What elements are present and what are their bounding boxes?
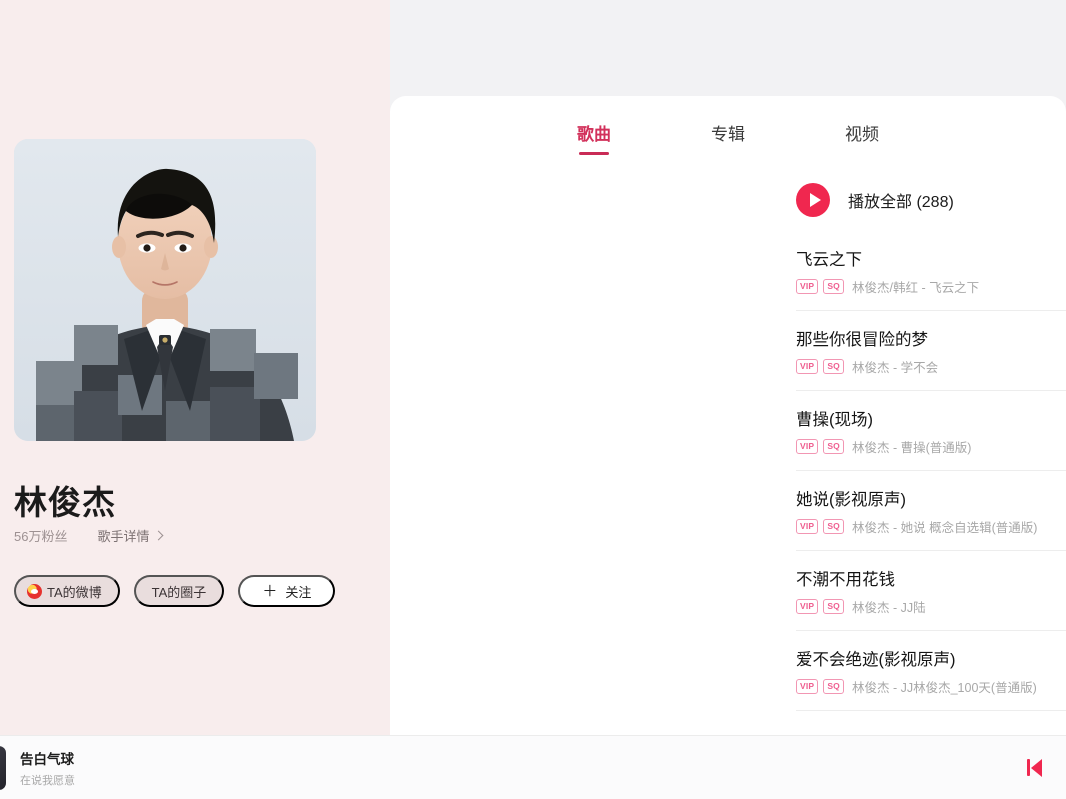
play-all-label: 播放全部 (288) (848, 194, 954, 211)
plus-icon: ＋ (262, 582, 278, 600)
song-row[interactable]: 飞云之下 VIP SQ 林俊杰/韩红 - 飞云之下 (796, 231, 1066, 311)
song-subtitle: VIP SQ 林俊杰 - 学不会 (796, 357, 1066, 376)
song-info: 飞云之下 VIP SQ 林俊杰/韩红 - 飞云之下 (796, 246, 1066, 296)
song-title: 飞云之下 (796, 250, 862, 269)
artist-detail-link[interactable]: 歌手详情 (97, 526, 164, 545)
song-artist-album: 林俊杰 - JJ林俊杰_100天(普通版) (852, 680, 1037, 695)
song-title: 爱不会绝迹(影视原声) (796, 650, 956, 669)
song-column-left: 飞云之下 VIP SQ 林俊杰/韩红 - 飞云之下 那些你很冒险的梦 VIP SQ 林俊杰 -… (796, 231, 1066, 791)
tab-albums[interactable]: 专辑 (711, 120, 745, 155)
play-all-icon[interactable] (796, 183, 830, 217)
tab-songs[interactable]: 歌曲 (577, 120, 611, 155)
vip-badge: VIP (796, 678, 819, 694)
song-row[interactable]: 她说(影视原声) VIP SQ 林俊杰 - 她说 概念自选辑(普通版) (796, 471, 1066, 551)
weibo-button[interactable]: TA的微博 (14, 575, 120, 607)
song-row[interactable]: 不潮不用花钱 VIP SQ 林俊杰 - JJ陆 (796, 551, 1066, 631)
player-album-thumbnail[interactable] (0, 745, 6, 790)
song-title: 不潮不用花钱 (796, 570, 895, 589)
artist-detail-label: 歌手详情 (97, 529, 150, 544)
tab-bar: 歌曲 专辑 视频 (390, 96, 1066, 155)
vip-badge: VIP (796, 358, 819, 374)
song-artist-album: 林俊杰/韩红 - 飞云之下 (852, 280, 980, 295)
song-info: 她说(影视原声) VIP SQ 林俊杰 - 她说 概念自选辑(普通版) (796, 486, 1066, 536)
circle-button[interactable]: TA的圈子 (133, 575, 225, 607)
content-panel: 歌曲 专辑 视频 播放全部 (288) 飞云之下 VIP SQ 林俊杰/韩红 - 飞云… (390, 0, 1066, 799)
vip-badge: VIP (796, 438, 819, 454)
song-row[interactable]: 那些你很冒险的梦 VIP SQ 林俊杰 - 学不会 (796, 311, 1066, 391)
artist-name: 林俊杰 (14, 484, 116, 521)
song-artist-album: 林俊杰 - 学不会 (852, 360, 939, 375)
player-bar: 告白气球 在说我愿意 (0, 735, 1066, 799)
follow-button[interactable]: ＋ 关注 (238, 575, 336, 607)
vip-badge: VIP (796, 518, 819, 534)
vip-badge: VIP (796, 278, 819, 294)
play-all-row[interactable]: 播放全部 (288) (796, 183, 1066, 217)
song-title: 曹操(现场) (796, 410, 873, 429)
content-card: 歌曲 专辑 视频 播放全部 (288) 飞云之下 VIP SQ 林俊杰/韩红 - 飞云… (390, 96, 1066, 799)
song-artist-album: 林俊杰 - JJ陆 (852, 600, 926, 615)
sq-badge: SQ (823, 518, 844, 534)
song-artist-album: 林俊杰 - 曹操(普通版) (852, 440, 972, 455)
sq-badge: SQ (823, 598, 844, 614)
artist-avatar[interactable] (14, 139, 316, 441)
sq-badge: SQ (823, 438, 844, 454)
song-info: 不潮不用花钱 VIP SQ 林俊杰 - JJ陆 (796, 566, 1066, 616)
song-artist-album: 林俊杰 - 她说 概念自选辑(普通版) (852, 520, 1038, 535)
artist-action-buttons: TA的微博 TA的圈子 ＋ 关注 (14, 575, 336, 607)
weibo-button-label: TA的微博 (47, 584, 102, 600)
tab-videos[interactable]: 视频 (845, 120, 879, 155)
follow-button-label: 关注 (285, 584, 312, 600)
song-subtitle: VIP SQ 林俊杰 - JJ陆 (796, 597, 1066, 616)
song-info: 爱不会绝迹(影视原声) VIP SQ 林俊杰 - JJ林俊杰_100天(普通版) (796, 646, 1066, 696)
song-subtitle: VIP SQ 林俊杰/韩红 - 飞云之下 (796, 277, 1066, 296)
song-info: 那些你很冒险的梦 VIP SQ 林俊杰 - 学不会 (796, 326, 1066, 376)
artist-sidebar: 林俊杰 56万粉丝 歌手详情 TA的微博 TA的圈子 ＋ 关注 (0, 0, 390, 799)
song-subtitle: VIP SQ 林俊杰 - 她说 概念自选辑(普通版) (796, 517, 1066, 536)
song-row[interactable]: 爱不会绝迹(影视原声) VIP SQ 林俊杰 - JJ林俊杰_100天(普通版) (796, 631, 1066, 711)
weibo-icon (27, 583, 42, 599)
sq-badge: SQ (823, 358, 844, 374)
song-info: 曹操(现场) VIP SQ 林俊杰 - 曹操(普通版) (796, 406, 1066, 456)
song-row[interactable]: 曹操(现场) VIP SQ 林俊杰 - 曹操(普通版) (796, 391, 1066, 471)
artist-portrait-image (14, 139, 316, 441)
player-track-subtitle: 在说我愿意 (20, 774, 75, 787)
sq-badge: SQ (823, 678, 844, 694)
song-subtitle: VIP SQ 林俊杰 - JJ林俊杰_100天(普通版) (796, 677, 1066, 696)
sq-badge: SQ (823, 278, 844, 294)
song-title: 她说(影视原声) (796, 490, 906, 509)
player-track-info: 告白气球 在说我愿意 (20, 748, 75, 788)
vip-badge: VIP (796, 598, 819, 614)
previous-track-icon[interactable] (1026, 758, 1042, 777)
player-controls (1026, 758, 1042, 777)
chevron-right-icon (154, 530, 164, 540)
artist-meta: 56万粉丝 歌手详情 (14, 526, 164, 545)
circle-button-label: TA的圈子 (151, 584, 207, 600)
artist-page: 林俊杰 56万粉丝 歌手详情 TA的微博 TA的圈子 ＋ 关注 歌曲 专辑 视频… (0, 0, 1066, 799)
song-list: 飞云之下 VIP SQ 林俊杰/韩红 - 飞云之下 那些你很冒险的梦 VIP SQ 林俊杰 -… (390, 231, 1066, 791)
song-subtitle: VIP SQ 林俊杰 - 曹操(普通版) (796, 437, 1066, 456)
fans-count: 56万粉丝 (14, 529, 68, 544)
player-track-title: 告白气球 (20, 751, 74, 767)
song-title: 那些你很冒险的梦 (796, 330, 928, 349)
